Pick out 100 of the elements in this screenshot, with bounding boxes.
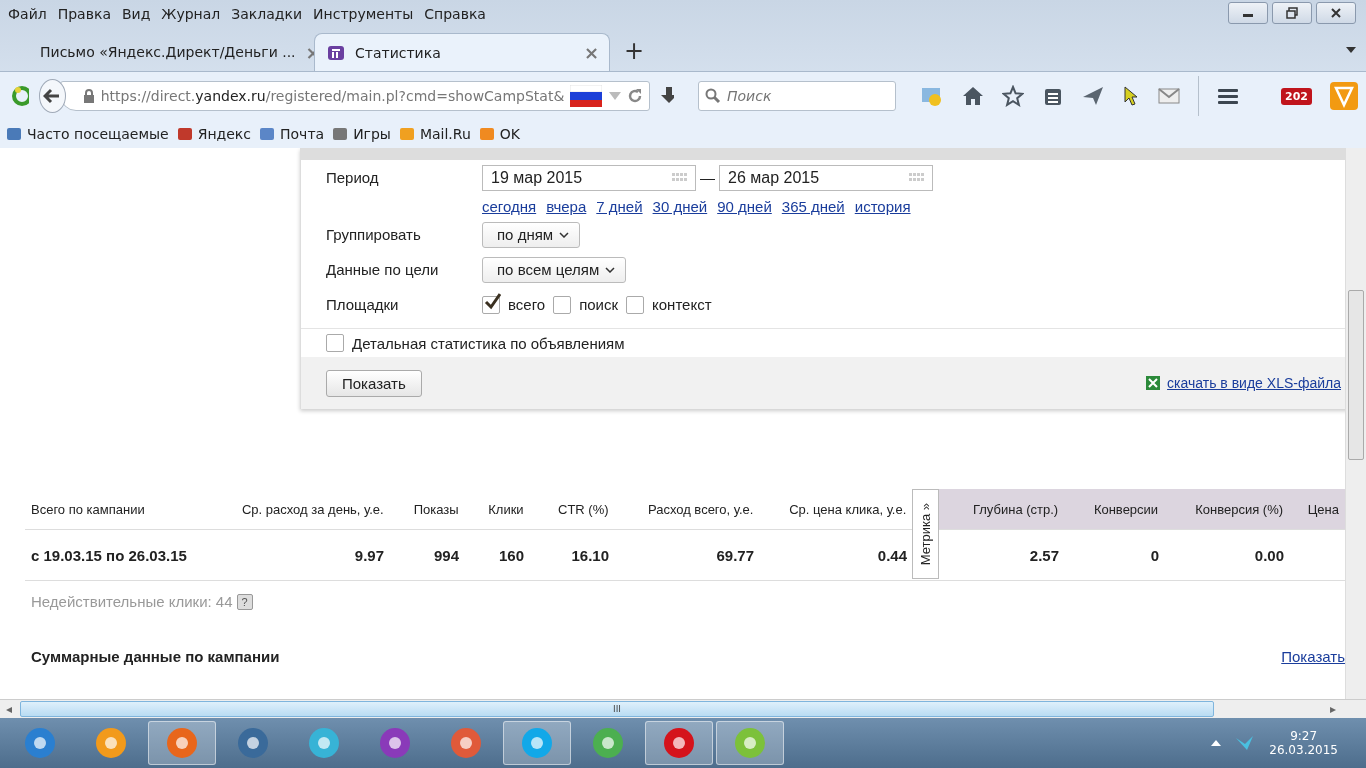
v-logo-icon[interactable] (1330, 82, 1358, 110)
new-tab-button[interactable]: + (624, 37, 645, 65)
browser-tab[interactable]: Статистика × (314, 33, 610, 71)
taskbar-button[interactable] (716, 721, 784, 765)
show-button[interactable]: Показать (326, 369, 422, 397)
spreadsheet-icon (1145, 375, 1162, 391)
checkbox-label: поиск (579, 296, 619, 313)
menu-item[interactable]: Правка (57, 5, 120, 22)
tray-arrow-icon[interactable] (1211, 739, 1222, 747)
menu-item[interactable]: Справка (424, 5, 495, 22)
menu-item[interactable]: Вид (121, 5, 160, 22)
app-icon (448, 725, 484, 761)
app-icon (519, 725, 555, 761)
metrika-tab[interactable]: Метрика » (912, 489, 940, 579)
minimize-button[interactable] (1228, 2, 1268, 24)
home-icon[interactable] (962, 85, 985, 107)
field-label: Период (326, 169, 380, 186)
column-header: Всего по кампании (30, 500, 146, 519)
column-header: CTR (%) (557, 500, 610, 519)
notification-badge[interactable]: 202 (1281, 87, 1312, 105)
bookmark[interactable]: Часто посещаемые (6, 126, 169, 142)
menu-item[interactable]: Журнал (161, 5, 230, 22)
reload-icon[interactable] (627, 88, 643, 104)
bookmark[interactable]: OK (478, 126, 520, 142)
column-header: Цена (1289, 489, 1345, 529)
app-icon (661, 725, 697, 761)
scroll-right-button[interactable]: ▸ (1324, 702, 1342, 716)
back-arrow-icon (43, 88, 62, 104)
maximize-button[interactable] (1272, 2, 1312, 24)
table-cell: 69.77 (716, 546, 754, 564)
clock[interactable]: 9:27 26.03.2015 (1269, 729, 1338, 757)
checkbox[interactable] (482, 295, 500, 314)
bookmark[interactable]: Яндекс (176, 126, 251, 142)
close-icon (1330, 7, 1342, 19)
scroll-thumb[interactable]: III (20, 701, 1214, 717)
download-icon[interactable] (659, 86, 675, 106)
caret-icon (605, 266, 616, 273)
app-icon (164, 725, 200, 761)
dash: — (700, 169, 715, 186)
restore-icon (1286, 7, 1298, 19)
site-icon (332, 126, 349, 142)
table-cell: 0.00 (1254, 546, 1284, 564)
date-field[interactable]: 26 мар 2015 (719, 164, 933, 191)
close-button[interactable] (1316, 2, 1356, 24)
group-dropdown[interactable]: по дням (482, 221, 581, 248)
horizontal-scrollbar[interactable]: ◂ III ▸ (0, 699, 1366, 718)
paper-plane-icon[interactable] (1082, 85, 1105, 107)
star-icon[interactable] (1002, 85, 1025, 107)
period-link[interactable]: 7 дней (596, 197, 643, 215)
checkbox[interactable] (626, 295, 645, 314)
table-cell: 0.44 (877, 546, 907, 564)
bookmark[interactable]: Mail.Ru (398, 126, 471, 142)
field-label: Площадки (326, 296, 400, 313)
site-icon (6, 126, 22, 142)
column-header: Расход всего, у.е. (646, 500, 755, 519)
help-button[interactable]: ? (236, 593, 253, 610)
checkbox[interactable] (326, 334, 344, 352)
period-link[interactable]: 30 дней (652, 197, 708, 215)
table-cell: с 19.03.15 по 26.03.15 (31, 546, 187, 564)
lock-icon (82, 89, 95, 103)
address-bar[interactable]: https://direct.yandex.ru/registered/main.pl?cmd=showCampStat& (59, 81, 650, 111)
period-link[interactable]: сегодня (482, 197, 537, 215)
section-title: Суммарные данные по кампании (31, 648, 280, 665)
taskbar-button[interactable] (148, 721, 216, 765)
site-icon (259, 126, 275, 142)
search-field[interactable]: Поиск (698, 81, 897, 111)
app-icon (22, 725, 58, 761)
scroll-left-button[interactable]: ◂ (0, 702, 18, 716)
app-icon (377, 725, 413, 761)
field-label: Данные по цели (326, 261, 440, 278)
goal-dropdown[interactable]: по всем целям (482, 256, 627, 283)
menu-item[interactable]: Файл (8, 5, 56, 22)
refresh-icon[interactable] (10, 84, 29, 108)
mail-icon[interactable] (1158, 86, 1181, 106)
caret-icon[interactable] (1346, 47, 1356, 53)
checkbox[interactable] (553, 295, 572, 314)
menu-item[interactable]: Закладки (231, 5, 312, 22)
period-link[interactable]: 90 дней (717, 197, 772, 215)
scroll-thumb[interactable] (1348, 290, 1364, 460)
taskbar-button[interactable] (503, 721, 571, 765)
taskbar-button[interactable] (645, 721, 713, 765)
site-icon (176, 126, 193, 142)
date-field[interactable]: 19 мар 2015 (482, 164, 696, 191)
back-button[interactable] (38, 79, 66, 113)
show-link[interactable]: Показать (1281, 648, 1345, 665)
period-link[interactable]: история (854, 197, 911, 215)
download-link[interactable]: скачать в виде XLS-файла (1167, 375, 1341, 391)
dropdown-icon[interactable] (607, 91, 622, 101)
period-link[interactable]: вчера (546, 197, 587, 215)
menu-item[interactable]: Инструменты (313, 5, 423, 22)
vertical-scrollbar[interactable] (1345, 148, 1366, 699)
column-header: Клики (487, 500, 525, 519)
app-icon (732, 725, 768, 761)
app-icon (235, 725, 271, 761)
period-link[interactable]: 365 дней (781, 197, 845, 215)
checkbox-label: Детальная статистика по объявлениям (352, 334, 625, 352)
bookmark[interactable]: Почта (259, 126, 325, 142)
menu-icon[interactable] (1217, 86, 1240, 106)
bookmark[interactable]: Игры (332, 126, 391, 142)
invalid-clicks-text: Недействительные клики: 44 (31, 593, 233, 610)
